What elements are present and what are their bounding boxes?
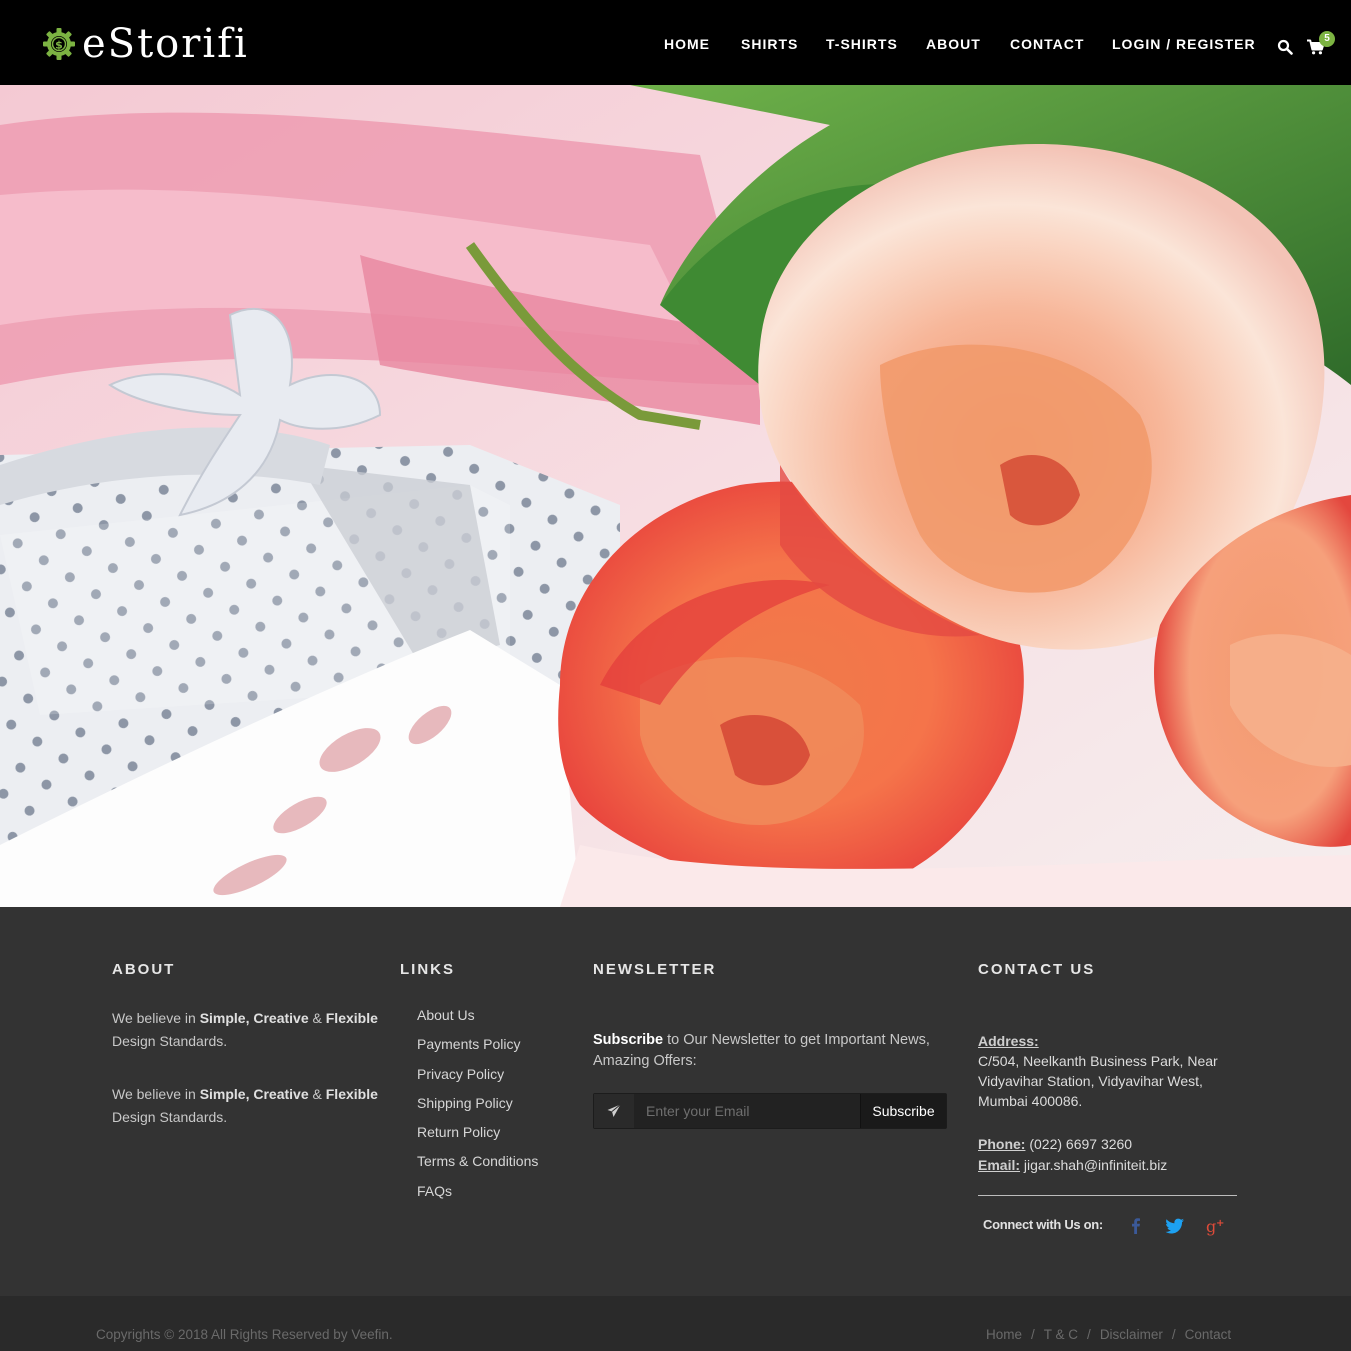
footer-link-faqs[interactable]: FAQs <box>417 1183 538 1212</box>
contact-email: Email: jigar.shah@infiniteit.biz <box>978 1157 1168 1173</box>
nav-home[interactable]: HOME <box>664 36 710 52</box>
separator: / <box>1031 1327 1035 1342</box>
footer-link-privacy-policy[interactable]: Privacy Policy <box>417 1066 538 1095</box>
email-value[interactable]: jigar.shah@infiniteit.biz <box>1020 1157 1167 1173</box>
newsletter-form: Subscribe <box>593 1093 947 1129</box>
nav-t-shirts[interactable]: T-SHIRTS <box>826 36 898 52</box>
svg-text:+: + <box>1216 1218 1224 1229</box>
footer-link-terms-conditions[interactable]: Terms & Conditions <box>417 1153 538 1182</box>
twitter-icon[interactable] <box>1165 1216 1185 1236</box>
paper-plane-icon <box>594 1094 634 1128</box>
footer-links-list: About Us Payments Policy Privacy Policy … <box>417 1007 538 1212</box>
google-plus-icon[interactable]: g + <box>1205 1216 1225 1236</box>
newsletter-email-input[interactable] <box>634 1094 860 1128</box>
hero-banner <box>0 85 1351 907</box>
svg-text:g: g <box>1206 1217 1216 1236</box>
about-paragraph-1: We believe in Simple, Creative & Flexibl… <box>112 1010 378 1049</box>
separator: / <box>1087 1327 1091 1342</box>
bottom-link-tc[interactable]: T & C <box>1044 1327 1078 1342</box>
footer-newsletter-title: NEWSLETTER <box>593 961 717 978</box>
address-label: Address: <box>978 1033 1039 1049</box>
contact-phone: Phone: (022) 6697 3260 <box>978 1136 1133 1152</box>
contact-address: Address: C/504, Neelkanth Business Park,… <box>978 1031 1248 1111</box>
bottom-link-contact[interactable]: Contact <box>1185 1327 1232 1342</box>
contact-divider <box>978 1195 1237 1196</box>
phone-value: (022) 6697 3260 <box>1025 1136 1133 1152</box>
footer-contact-title: CONTACT US <box>978 961 1096 978</box>
newsletter-description: Subscribe to Our Newsletter to get Impor… <box>593 1032 930 1069</box>
bottom-link-disclaimer[interactable]: Disclaimer <box>1100 1327 1163 1342</box>
footer-link-payments-policy[interactable]: Payments Policy <box>417 1036 538 1065</box>
svg-text:$: $ <box>55 39 63 52</box>
facebook-icon[interactable] <box>1126 1216 1146 1236</box>
footer-about-title: ABOUT <box>112 961 176 978</box>
bottom-bar: Copyrights © 2018 All Rights Reserved by… <box>0 1296 1351 1351</box>
bottom-link-home[interactable]: Home <box>986 1327 1022 1342</box>
connect-label: Connect with Us on: <box>983 1217 1103 1232</box>
address-value: C/504, Neelkanth Business Park, Near Vid… <box>978 1053 1218 1109</box>
logo[interactable]: $ eStorifi <box>42 20 249 68</box>
about-paragraph-2: We believe in Simple, Creative & Flexibl… <box>112 1086 378 1125</box>
nav-login-register[interactable]: LOGIN / REGISTER <box>1112 36 1256 52</box>
copyright-text: Copyrights © 2018 All Rights Reserved by… <box>96 1327 393 1342</box>
subscribe-button[interactable]: Subscribe <box>860 1094 946 1128</box>
hero-roses-gift-image <box>0 85 1351 907</box>
bottom-links: Home / T & C / Disclaimer / Contact <box>986 1327 1231 1342</box>
separator: / <box>1171 1327 1176 1342</box>
logo-text: eStorifi <box>82 21 249 67</box>
dollar-gear-icon: $ <box>43 28 75 60</box>
cart-count-badge: 5 <box>1319 31 1335 47</box>
footer: ABOUT We believe in Simple, Creative & F… <box>0 907 1351 1296</box>
search-icon[interactable] <box>1277 39 1293 55</box>
nav-shirts[interactable]: SHIRTS <box>741 36 798 52</box>
top-navbar: $ eStorifi HOME SHIRTS T-SHIRTS ABOUT CO… <box>0 0 1351 85</box>
nav-contact[interactable]: CONTACT <box>1010 36 1084 52</box>
nav-about[interactable]: ABOUT <box>926 36 981 52</box>
footer-link-return-policy[interactable]: Return Policy <box>417 1124 538 1153</box>
footer-link-shipping-policy[interactable]: Shipping Policy <box>417 1095 538 1124</box>
footer-links-title: LINKS <box>400 961 455 978</box>
footer-link-about-us[interactable]: About Us <box>417 1007 538 1036</box>
